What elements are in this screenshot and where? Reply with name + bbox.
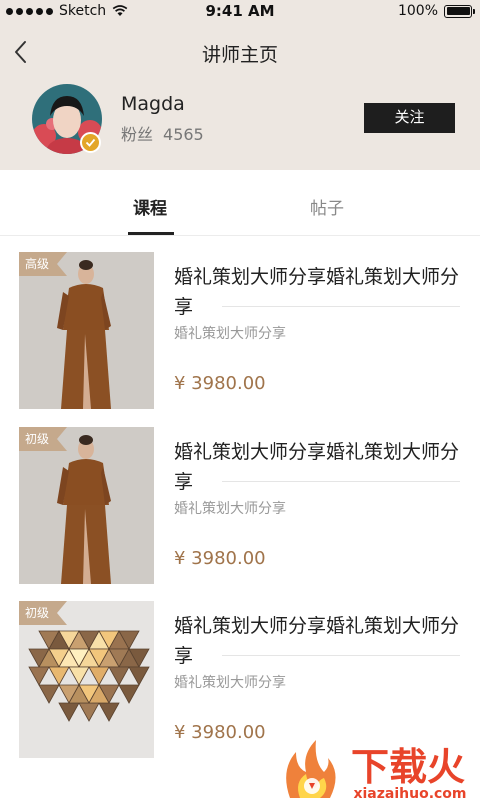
verified-badge-icon <box>80 132 101 153</box>
level-tag: 初级 <box>19 601 68 625</box>
course-title[interactable]: 婚礼策划大师分享婚礼策划大师分享 <box>174 262 464 322</box>
fans-number: 4565 <box>163 125 204 144</box>
nav-bar: 讲师主页 <box>0 30 480 74</box>
course-subtitle: 婚礼策划大师分享 <box>174 675 286 691</box>
battery-percent: 100% <box>397 3 438 19</box>
tab-bar: 课程 帖子 <box>0 170 480 236</box>
teacher-name: Magda <box>121 93 185 115</box>
course-price: ¥ 3980.00 <box>174 722 266 743</box>
teacher-profile: Magda 粉丝 4565 关注 <box>0 84 480 156</box>
watermark-brand: 下载火 <box>351 745 465 789</box>
course-title[interactable]: 婚礼策划大师分享婚礼策划大师分享 <box>174 437 464 497</box>
course-price: ¥ 3980.00 <box>174 373 266 394</box>
battery-group: 100% <box>397 3 475 19</box>
divider <box>222 481 460 482</box>
watermark-url: xiazaihuo.com <box>353 786 466 800</box>
tab-posts[interactable]: 帖子 <box>310 194 344 219</box>
course-card[interactable]: 高级 婚礼策划大师分享婚礼策划大师分享 婚礼策划大师分享 ¥ 3980.00 <box>0 252 480 412</box>
watermark-logo: 下载火 xiazaihuo.com <box>286 740 467 800</box>
course-card[interactable]: 初级 婚礼策划大师分享婚礼策划大师分享 婚礼策划大师分享 ¥ 3980.00 <box>0 601 480 761</box>
follow-button[interactable]: 关注 <box>364 103 455 133</box>
level-tag: 初级 <box>19 427 68 451</box>
fans-count: 粉丝 4565 <box>121 121 204 145</box>
status-bar: Sketch 9:41 AM 100% <box>0 0 480 22</box>
tab-courses[interactable]: 课程 <box>133 194 167 219</box>
level-tag: 高级 <box>19 252 68 276</box>
course-subtitle: 婚礼策划大师分享 <box>174 501 286 517</box>
course-price: ¥ 3980.00 <box>174 548 266 569</box>
active-tab-indicator <box>128 232 174 235</box>
page-title: 讲师主页 <box>201 44 278 66</box>
fans-label: 粉丝 <box>121 125 154 144</box>
battery-icon <box>444 4 475 18</box>
divider <box>222 306 460 307</box>
course-subtitle: 婚礼策划大师分享 <box>174 326 286 342</box>
divider <box>222 655 460 656</box>
course-title[interactable]: 婚礼策划大师分享婚礼策划大师分享 <box>174 611 464 671</box>
course-card[interactable]: 初级 婚礼策划大师分享婚礼策划大师分享 婚礼策划大师分享 ¥ 3980.00 <box>0 427 480 587</box>
